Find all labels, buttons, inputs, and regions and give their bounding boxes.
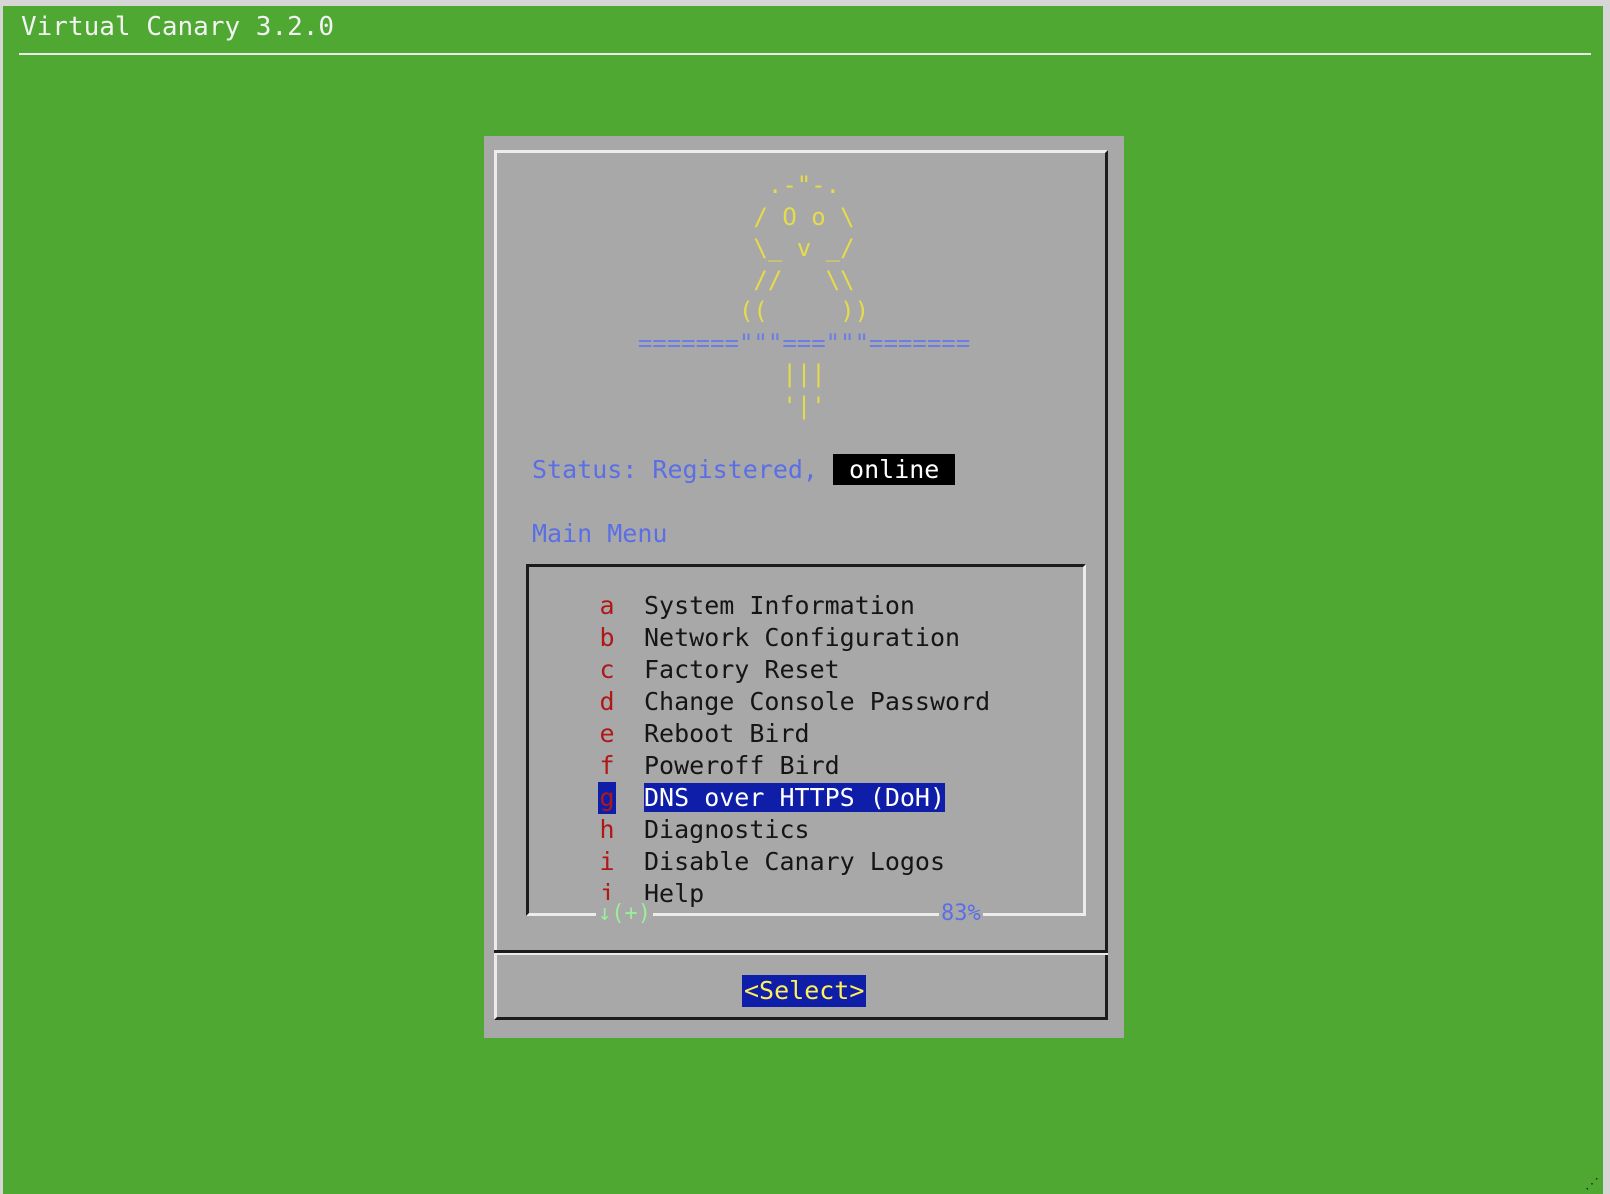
ascii-art-line: ||| — [738, 360, 870, 388]
ascii-art-perch: ======="""==="""======= — [637, 328, 971, 357]
ascii-art-line: '|' — [738, 391, 870, 420]
menu-item-dns-over-https[interactable]: g DNS over HTTPS (DoH) — [598, 782, 990, 814]
menu-item-network-configuration[interactable]: b Network Configuration — [598, 622, 990, 654]
menu-item-factory-reset[interactable]: c Factory Reset — [598, 654, 990, 686]
main-menu-dialog: .-"-. / O o \ \_ v _/ // \\ (( )) ======… — [484, 136, 1124, 1038]
menu-item-diagnostics[interactable]: h Diagnostics — [598, 814, 990, 846]
menu-item-label: System Information — [644, 591, 915, 620]
window-title: Virtual Canary 3.2.0 — [21, 12, 335, 42]
menu-item-label: DNS over HTTPS (DoH) — [644, 783, 946, 812]
menu-item-label: Factory Reset — [644, 655, 840, 684]
status-line: Status: Registered, online — [532, 454, 956, 486]
menu-item-label: Network Configuration — [644, 623, 961, 652]
menu-item-poweroff-bird[interactable]: f Poweroff Bird — [598, 750, 990, 782]
menu-item-change-console-password[interactable]: d Change Console Password — [598, 686, 990, 718]
menu-item-label: Reboot Bird — [644, 719, 810, 748]
title-divider — [19, 53, 1591, 55]
ascii-art-line: / O o \ — [710, 202, 898, 231]
scroll-percent: 83% — [939, 900, 983, 928]
menu-item-hotkey: d — [599, 687, 615, 716]
terminal-screen: Virtual Canary 3.2.0 .-"-. / O o \ \_ v … — [3, 6, 1603, 1194]
menu-item-system-information[interactable]: a System Information — [598, 590, 990, 622]
ascii-art-line: .-"-. — [710, 171, 898, 199]
select-button[interactable]: <Select> — [742, 975, 867, 1007]
menu-item-label: Diagnostics — [644, 815, 810, 844]
menu-item-label: Disable Canary Logos — [644, 847, 946, 876]
menu-item-help[interactable]: j Help — [598, 878, 990, 910]
menu-item-hotkey: e — [599, 719, 615, 748]
status-label: Status: Registered, — [532, 455, 818, 484]
menu-item-hotkey: b — [599, 623, 615, 652]
canary-bird-logo: .-"-. / O o \ \_ v _/ // \\ (( )) ======… — [484, 170, 1124, 422]
main-menu-list: a System Information b Network Configurati… — [598, 590, 990, 910]
menu-item-hotkey: f — [599, 751, 615, 780]
menu-item-hotkey: i — [599, 847, 615, 876]
resize-grip-icon[interactable]: ⋰ — [1585, 1176, 1599, 1192]
menu-item-reboot-bird[interactable]: e Reboot Bird — [598, 718, 990, 750]
menu-item-hotkey: h — [599, 815, 615, 844]
menu-item-hotkey: a — [599, 591, 615, 620]
menu-item-disable-canary-logos[interactable]: i Disable Canary Logos — [598, 846, 990, 878]
menu-item-hotkey: g — [598, 782, 616, 814]
ascii-art-line: (( )) — [710, 297, 898, 325]
dialog-footer-divider-highlight — [494, 953, 1108, 955]
menu-item-label: Help — [644, 879, 705, 908]
ascii-art-line: \_ v _/ — [710, 234, 898, 262]
menu-item-hotkey: c — [599, 655, 615, 684]
menu-item-label: Change Console Password — [644, 687, 991, 716]
ascii-art-line: // \\ — [710, 265, 898, 294]
menu-title: Main Menu — [532, 519, 668, 548]
menu-item-label: Poweroff Bird — [644, 751, 840, 780]
scroll-down-indicator: ↓(+) — [596, 900, 653, 928]
status-badge: online — [833, 454, 956, 485]
